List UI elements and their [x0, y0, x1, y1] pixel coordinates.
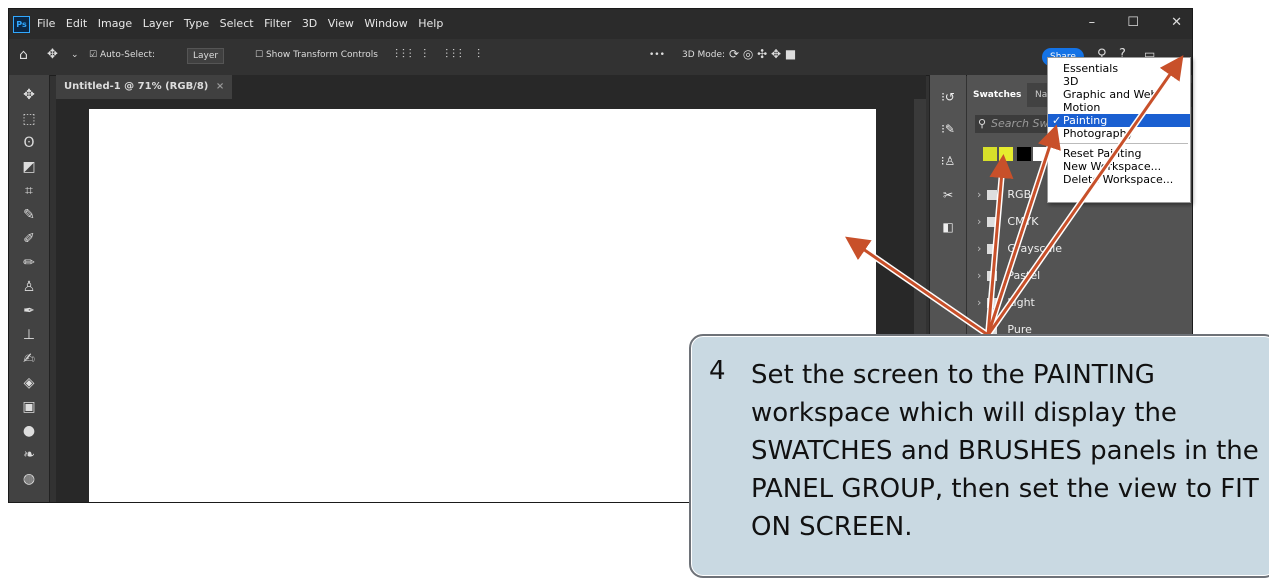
workspace-painting[interactable]: ✓ Painting — [1048, 114, 1190, 127]
folder-label: CMYK — [1007, 215, 1039, 228]
workspace-essentials[interactable]: Essentials — [1048, 62, 1190, 75]
object-select-tool-icon[interactable]: ◩ — [19, 157, 39, 177]
workspace-graphic-web[interactable]: Graphic and Web — [1048, 88, 1190, 101]
menu-filter[interactable]: Filter — [264, 17, 291, 30]
properties-panel-icon[interactable]: ◧ — [936, 215, 960, 239]
clone-stamp-tool-icon[interactable]: ♙ — [19, 277, 39, 297]
new-workspace[interactable]: New Workspace... — [1048, 160, 1190, 173]
swatch-search-placeholder: Search Sw — [991, 117, 1049, 130]
tool-presets-panel-icon[interactable]: ✂ — [936, 183, 960, 207]
folder-label: RGB — [1007, 188, 1032, 201]
search-icon: ⚲ — [978, 117, 987, 130]
history-panel-icon[interactable]: ⁝↺ — [936, 85, 960, 109]
home-icon[interactable]: ⌂ — [19, 47, 28, 63]
swatch-folder-rgb[interactable]: › RGB — [977, 185, 1031, 205]
workspace-painting-label: Painting — [1063, 114, 1108, 127]
swatch-color[interactable] — [1017, 147, 1031, 161]
3d-mode-icons[interactable]: ⟳ ◎ ✣ ✥ ■ — [729, 47, 796, 61]
workspace-3d[interactable]: 3D — [1048, 75, 1190, 88]
gradient-tool-icon[interactable]: ▣ — [19, 397, 39, 417]
brush-tool-icon[interactable]: ✏ — [19, 253, 39, 273]
step-text: Set the screen to the PAINTING workspace… — [751, 360, 1259, 542]
chevron-down-icon[interactable]: ⌄ — [71, 50, 79, 60]
brush-settings-panel-icon[interactable]: ⁝✎ — [936, 117, 960, 141]
swatch-color[interactable] — [999, 147, 1013, 161]
art-history-tool-icon[interactable]: ✍ — [19, 349, 39, 369]
tab-close-icon[interactable]: × — [216, 81, 224, 92]
sponge-tool-icon[interactable]: ◍ — [19, 469, 39, 489]
swatch-color[interactable] — [983, 147, 997, 161]
document-tab[interactable]: Untitled-1 @ 71% (RGB/8) × — [56, 75, 233, 99]
workspace-motion[interactable]: Motion — [1048, 101, 1190, 114]
eraser-tool-icon[interactable]: ◈ — [19, 373, 39, 393]
lasso-tool-icon[interactable]: ʘ — [19, 133, 39, 153]
layer-dropdown[interactable]: Layer — [187, 48, 225, 64]
swatch-color[interactable] — [1033, 147, 1047, 161]
crop-tool-icon[interactable]: ⌗ — [19, 181, 39, 201]
eyedropper-tool-icon[interactable]: ✎ — [19, 205, 39, 225]
swatch-folder-cmyk[interactable]: › CMYK — [977, 212, 1039, 232]
folder-label: Light — [1007, 296, 1035, 309]
workspace-photography[interactable]: Photography — [1048, 127, 1190, 140]
document-tab-title: Untitled-1 @ 71% (RGB/8) — [64, 81, 209, 92]
show-transform-checkbox[interactable]: ☐ Show Transform Controls — [255, 50, 378, 60]
menu-select[interactable]: Select — [220, 17, 254, 30]
swatch-folder-grayscale[interactable]: › Grayscale — [977, 239, 1062, 259]
healing-brush-tool-icon[interactable]: ✐ — [19, 229, 39, 249]
menu-view[interactable]: View — [328, 17, 354, 30]
options-bar: ⌂ ✥ ⌄ ☑ Auto-Select: Layer ☐ Show Transf… — [9, 39, 1192, 76]
more-options-icon[interactable]: ••• — [649, 50, 665, 60]
menu-edit[interactable]: Edit — [66, 17, 87, 30]
photoshop-logo-icon: Ps — [13, 16, 30, 33]
document-tab-row: Untitled-1 @ 71% (RGB/8) × — [56, 75, 926, 99]
menu-3d[interactable]: 3D — [302, 17, 317, 30]
move-tool-icon[interactable]: ✥ — [47, 47, 58, 62]
maximize-button[interactable]: ☐ — [1127, 15, 1139, 30]
history-brush-tool-icon[interactable]: ✒ — [19, 301, 39, 321]
menu-layer[interactable]: Layer — [143, 17, 174, 30]
menu-type[interactable]: Type — [184, 17, 209, 30]
reset-workspace[interactable]: Reset Painting — [1048, 147, 1190, 160]
move-tool-icon[interactable]: ✥ — [19, 85, 39, 105]
tab-swatches[interactable]: Swatches — [967, 83, 1028, 107]
checkmark-icon: ✓ — [1052, 114, 1062, 127]
swatch-folder-light[interactable]: › Light — [977, 293, 1035, 313]
smudge-tool-icon[interactable]: ❧ — [19, 445, 39, 465]
swatch-folder-pastel[interactable]: › Pastel — [977, 266, 1040, 286]
align-icons[interactable]: ⫶ ⫶ ⫶ ⫶ ⫶ ⫶ ⫶ ⫶ — [395, 47, 480, 62]
3d-mode-label: 3D Mode: — [682, 50, 726, 60]
stamp-tool-icon[interactable]: ⊥ — [19, 325, 39, 345]
menu-window[interactable]: Window — [364, 17, 407, 30]
folder-label: Pastel — [1007, 269, 1041, 282]
workspace-menu: Essentials 3D Graphic and Web Motion ✓ Pa… — [1047, 57, 1191, 203]
menu-image[interactable]: Image — [98, 17, 132, 30]
auto-select-label: Auto-Select: — [99, 50, 156, 60]
menu-help[interactable]: Help — [418, 17, 443, 30]
delete-workspace[interactable]: Delete Workspace... — [1048, 173, 1190, 186]
instruction-callout: 4 Set the screen to the PAINTING workspa… — [689, 334, 1269, 578]
marquee-tool-icon[interactable]: ⬚ — [19, 109, 39, 129]
menu-list: File Edit Image Layer Type Select Filter… — [37, 17, 450, 30]
menu-bar: Ps File Edit Image Layer Type Select Fil… — [9, 9, 1192, 39]
folder-label: Grayscale — [1007, 242, 1063, 255]
menu-divider — [1050, 143, 1188, 144]
auto-select-checkbox[interactable]: ☑ Auto-Select: — [89, 50, 155, 60]
window-controls: – ☐ ✕ — [1061, 15, 1182, 30]
menu-file[interactable]: File — [37, 17, 55, 30]
close-button[interactable]: ✕ — [1171, 15, 1182, 30]
tools-panel: ✥ ⬚ ʘ ◩ ⌗ ✎ ✐ ✏ ♙ ✒ ⊥ ✍ ◈ ▣ ● ❧ ◍ — [9, 75, 50, 502]
step-number: 4 — [709, 356, 726, 386]
blur-tool-icon[interactable]: ● — [19, 421, 39, 441]
clone-source-panel-icon[interactable]: ⁝♙ — [936, 149, 960, 173]
minimize-button[interactable]: – — [1089, 15, 1096, 30]
show-transform-label: Show Transform Controls — [265, 50, 378, 60]
